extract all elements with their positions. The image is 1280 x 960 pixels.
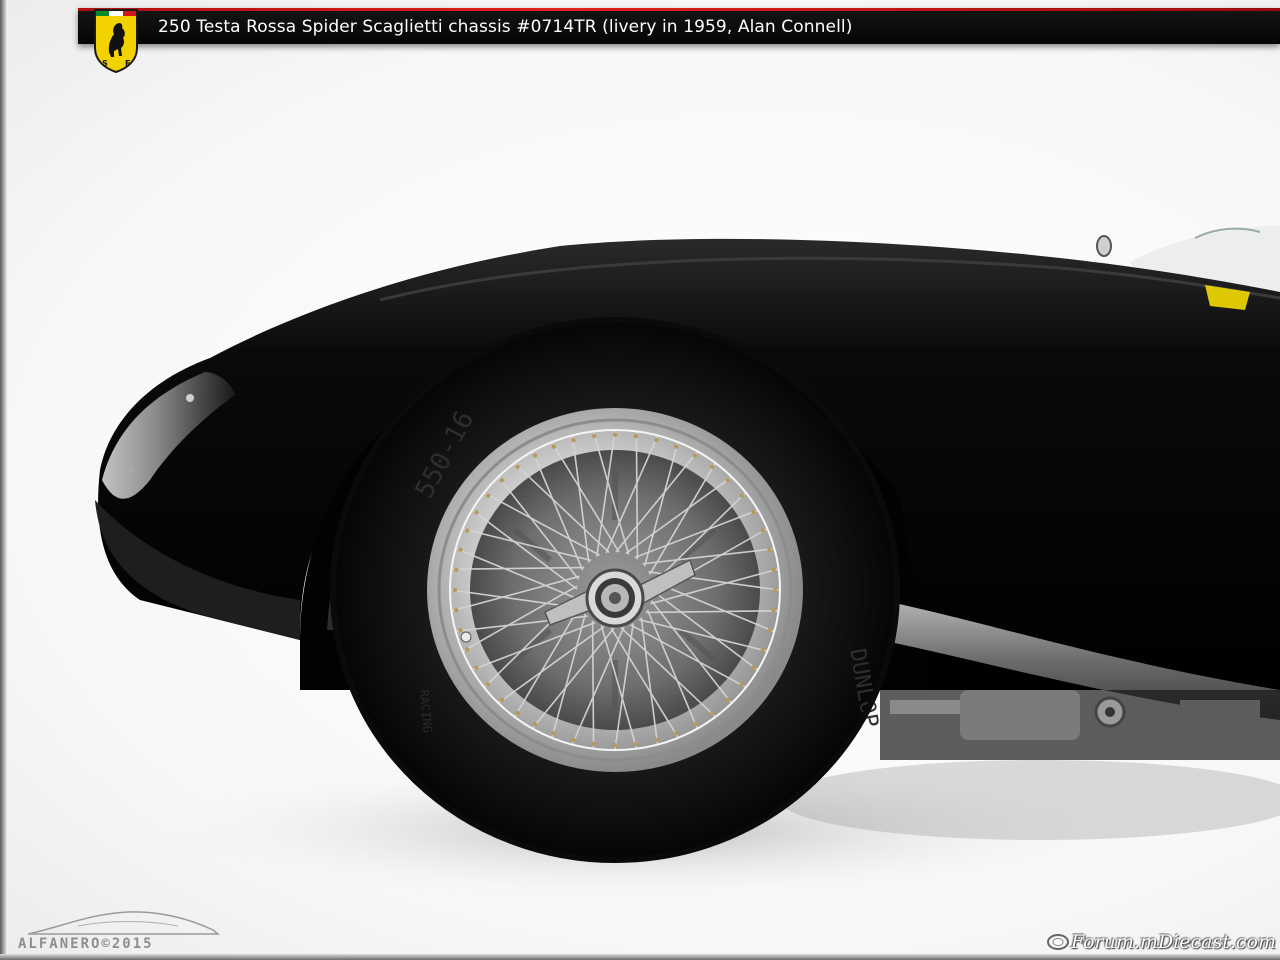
spoke-nipple <box>571 737 576 743</box>
spoke-nipple <box>633 433 639 439</box>
spoke-nipple <box>515 464 520 470</box>
spoke-nipple <box>767 547 772 553</box>
spoke-nipple <box>654 437 659 443</box>
bottom-frame-border <box>0 954 1280 960</box>
spoke-nipple <box>458 547 463 553</box>
ferrari-prancing-horse-shield-icon: S F <box>94 9 138 74</box>
forum-logo-icon <box>1046 934 1069 950</box>
spoke-nipple <box>654 737 659 743</box>
spoke-nipple <box>760 528 766 533</box>
spoke-nipple <box>771 608 776 613</box>
watermark-left: ALFANERO©2015 <box>18 908 223 954</box>
spoke-nipple <box>710 464 715 470</box>
svg-text:F: F <box>125 59 130 68</box>
spoke-nipple <box>725 697 731 702</box>
spoke-nipple <box>760 647 766 652</box>
car-outline-logo-icon <box>27 911 221 935</box>
spoke-nipple <box>464 528 470 533</box>
photo-title: 250 Testa Rossa Spider Scaglietti chassi… <box>158 17 853 37</box>
spoke-nipple <box>739 493 745 498</box>
spoke-nipple <box>499 697 505 702</box>
car-wheel-photo: 550-16 DUNLOP RACING <box>95 225 1280 905</box>
spoke-nipple <box>532 722 538 727</box>
spoke-nipple <box>485 682 491 687</box>
svg-text:S: S <box>102 59 108 68</box>
left-frame-border <box>0 0 8 960</box>
spoke-nipple <box>591 433 597 439</box>
spoke-nipple <box>674 731 679 736</box>
spoke-nipple <box>751 665 756 670</box>
spoke-nipple <box>452 587 458 593</box>
spoke-nipple <box>739 682 745 687</box>
spoke-nipple <box>771 567 776 572</box>
spoke-nipple <box>474 510 479 515</box>
wheel-spoke <box>635 432 639 560</box>
spoke-nipple <box>532 453 538 458</box>
watermark-left-text: ALFANERO©2015 <box>18 936 154 952</box>
spoke-nipple <box>692 722 698 727</box>
spoke-nipple <box>751 510 756 515</box>
spoke-nipple <box>474 665 479 670</box>
spoke-nipple <box>710 710 715 716</box>
spoke-nipple <box>725 478 731 483</box>
spoke-nipple <box>454 567 459 572</box>
spoke-nipple <box>772 587 778 593</box>
spoke-nipple <box>612 743 618 748</box>
spoke-nipple <box>692 453 698 458</box>
spoke-nipple <box>767 627 772 633</box>
spoke-nipple <box>551 731 556 736</box>
spoke-nipple <box>454 608 459 613</box>
spoke-nipple <box>499 478 505 483</box>
spoke-nipple <box>571 437 576 443</box>
spoke-nipple <box>591 741 597 747</box>
spoke-nipple <box>551 444 556 449</box>
spoke-nipple <box>464 647 470 652</box>
watermark-right: Forum.mDiecast.com <box>1046 930 1276 954</box>
spoke-nipple <box>633 741 639 747</box>
title-bar: 250 Testa Rossa Spider Scaglietti chassi… <box>78 8 1280 44</box>
photo-frame: 550-16 DUNLOP RACING 250 Testa Rossa Spi… <box>0 0 1280 960</box>
spoke-nipple <box>674 444 679 449</box>
wheel-spoke <box>591 620 595 748</box>
spoke-nipple <box>458 627 463 633</box>
spoke-nipple <box>612 432 618 437</box>
watermark-right-text: Forum.mDiecast.com <box>1070 931 1276 953</box>
spoke-nipple <box>515 710 520 716</box>
spoke-nipple <box>485 493 491 498</box>
